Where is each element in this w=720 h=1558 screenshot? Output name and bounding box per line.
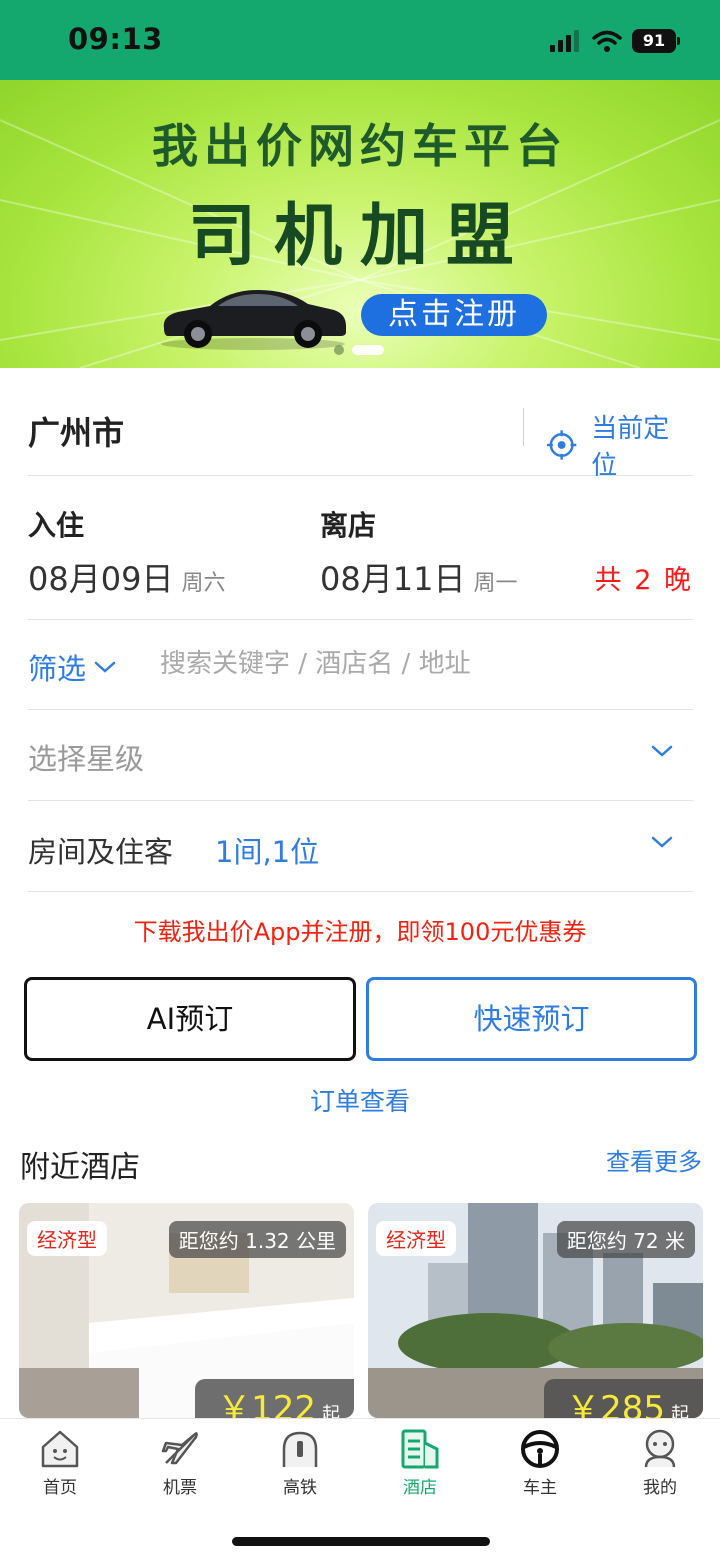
tab-hotel[interactable]: 酒店 bbox=[360, 1427, 480, 1498]
hotel-card[interactable]: 经济型 距您约 1.32 公里 ￥122 起 bbox=[19, 1203, 354, 1418]
price-value: ￥285 bbox=[566, 1389, 665, 1418]
checkin-weekday: 周六 bbox=[181, 571, 226, 596]
search-row: 筛选 bbox=[28, 620, 693, 710]
hotel-price: ￥285 起 bbox=[544, 1379, 703, 1418]
checkout-date: 08月11日 bbox=[320, 560, 466, 598]
tab-label: 酒店 bbox=[403, 1478, 437, 1498]
see-more-link[interactable]: 查看更多 bbox=[606, 1142, 702, 1177]
current-location-label: 当前定位 bbox=[591, 414, 670, 481]
banner-title: 我出价网约车平台 bbox=[152, 119, 568, 173]
city-row: 广州市 当前定位 bbox=[28, 380, 693, 481]
tab-train[interactable]: 高铁 bbox=[240, 1427, 360, 1498]
checkin-block[interactable]: 入住 08月09日 周六 bbox=[28, 504, 225, 600]
view-orders-link[interactable]: 订单查看 bbox=[0, 1082, 720, 1118]
plane-icon bbox=[161, 1432, 198, 1465]
hotel-type-badge: 经济型 bbox=[376, 1221, 456, 1256]
checkout-label: 离店 bbox=[320, 509, 377, 542]
room-guest-value: 1间,1位 bbox=[215, 835, 320, 869]
checkin-label: 入住 bbox=[28, 509, 85, 542]
chevron-down-icon bbox=[94, 661, 116, 673]
price-value: ￥122 bbox=[217, 1389, 316, 1418]
tab-label: 机票 bbox=[163, 1478, 197, 1498]
quick-booking-button[interactable]: 快速预订 bbox=[366, 977, 697, 1061]
hotel-card[interactable]: 经济型 距您约 72 米 ￥285 起 bbox=[368, 1203, 703, 1418]
tab-label: 首页 bbox=[43, 1478, 77, 1498]
price-suffix: 起 bbox=[671, 1404, 689, 1418]
room-guest-selector[interactable]: 房间及住客 1间,1位 bbox=[28, 801, 693, 892]
checkin-date-value: 08月09日 周六 bbox=[28, 554, 225, 600]
checkout-date-value: 08月11日 周一 bbox=[320, 554, 517, 600]
city-selector[interactable]: 广州市 bbox=[28, 408, 124, 454]
promo-banner[interactable]: 我出价网约车平台 司机加盟 点击注册 bbox=[0, 80, 720, 368]
tab-driver[interactable]: 车主 bbox=[480, 1427, 600, 1498]
hotel-icon bbox=[401, 1429, 439, 1469]
checkout-weekday: 周一 bbox=[473, 571, 518, 596]
banner-pagination[interactable] bbox=[334, 345, 384, 355]
wifi-icon bbox=[592, 30, 622, 52]
hotel-distance-badge: 距您约 72 米 bbox=[556, 1221, 695, 1258]
hotel-price: ￥122 起 bbox=[195, 1379, 354, 1418]
battery-icon: 91 bbox=[632, 29, 680, 53]
star-level-placeholder: 选择星级 bbox=[28, 742, 145, 776]
home-indicator bbox=[232, 1537, 490, 1546]
ai-booking-button[interactable]: AI预订 bbox=[24, 977, 356, 1061]
home-icon bbox=[41, 1430, 79, 1468]
filter-label: 筛选 bbox=[28, 652, 87, 686]
chevron-down-icon bbox=[651, 745, 673, 757]
checkin-date: 08月09日 bbox=[28, 560, 174, 598]
banner-subtitle: 司机加盟 bbox=[187, 197, 532, 276]
nearby-hotels-title: 附近酒店 bbox=[20, 1150, 140, 1185]
pagination-dot-active[interactable] bbox=[352, 345, 384, 355]
divider bbox=[523, 408, 524, 446]
tab-home[interactable]: 首页 bbox=[0, 1427, 120, 1498]
coupon-promo-text[interactable]: 下载我出价App并注册，即领100元优惠券 bbox=[0, 912, 720, 947]
tab-flights[interactable]: 机票 bbox=[120, 1427, 240, 1498]
car-icon bbox=[161, 290, 346, 350]
room-guest-label: 房间及住客 bbox=[28, 835, 174, 869]
date-row[interactable]: 入住 08月09日 周六 离店 08月11日 周一 共 2 晚 bbox=[28, 476, 693, 620]
tab-profile[interactable]: 我的 bbox=[600, 1427, 720, 1498]
checkout-block[interactable]: 离店 08月11日 周一 bbox=[320, 504, 517, 600]
cellular-signal-icon bbox=[550, 30, 579, 52]
price-suffix: 起 bbox=[322, 1404, 340, 1418]
current-location-button[interactable]: 当前定位 bbox=[546, 408, 693, 482]
search-input[interactable] bbox=[160, 640, 680, 688]
status-icons: 91 bbox=[550, 26, 680, 56]
status-bar: 09:13 91 bbox=[0, 0, 720, 80]
pagination-dot[interactable] bbox=[334, 345, 344, 355]
train-icon bbox=[282, 1431, 318, 1467]
chevron-down-icon bbox=[651, 836, 673, 848]
profile-icon bbox=[644, 1429, 676, 1468]
star-level-selector[interactable]: 选择星级 bbox=[28, 710, 693, 801]
hotel-distance-badge: 距您约 1.32 公里 bbox=[168, 1221, 346, 1258]
filter-dropdown[interactable]: 筛选 bbox=[28, 646, 116, 688]
hotel-type-badge: 经济型 bbox=[27, 1221, 107, 1256]
status-time: 09:13 bbox=[68, 22, 163, 56]
tab-label: 我的 bbox=[643, 1478, 677, 1498]
tab-label: 高铁 bbox=[283, 1478, 317, 1498]
tab-label: 车主 bbox=[523, 1478, 557, 1498]
steering-wheel-icon bbox=[521, 1430, 559, 1468]
banner-register-button[interactable]: 点击注册 bbox=[361, 294, 547, 336]
nights-count: 共 2 晚 bbox=[594, 565, 693, 596]
locate-icon bbox=[546, 430, 577, 460]
